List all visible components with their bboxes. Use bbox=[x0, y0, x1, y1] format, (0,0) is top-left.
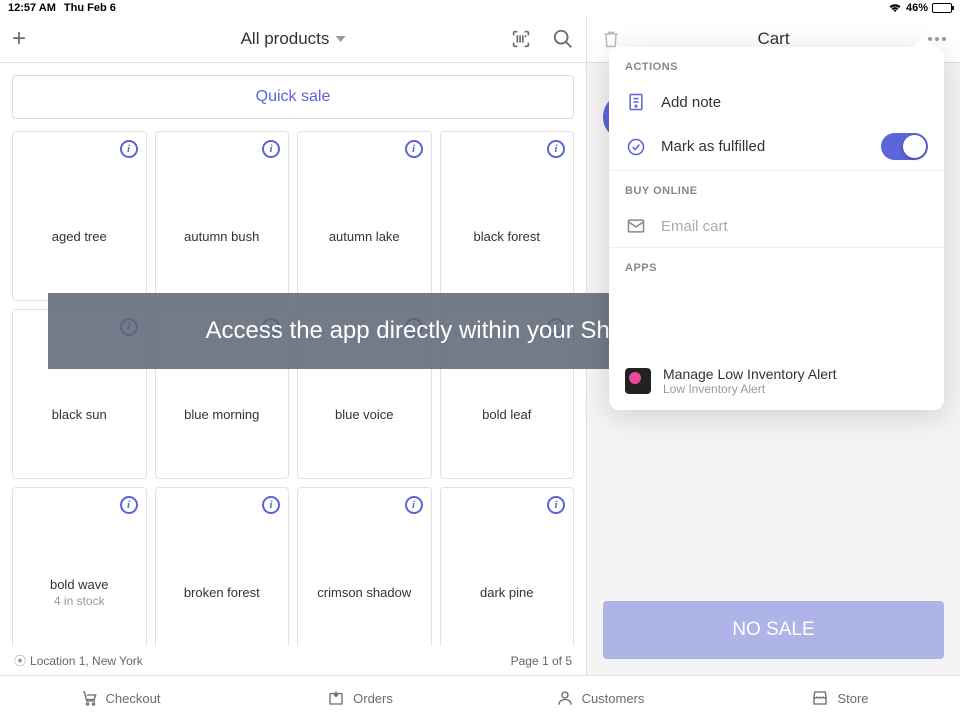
status-bar: 12:57 AM Thu Feb 6 46% bbox=[0, 0, 960, 16]
product-panel: Quick sale i aged tree i autumn bush i autumn… bbox=[0, 63, 586, 675]
info-icon[interactable]: i bbox=[547, 140, 565, 158]
product-stock: 4 in stock bbox=[54, 594, 105, 608]
add-note-label: Add note bbox=[661, 94, 928, 111]
product-name: blue morning bbox=[184, 407, 259, 422]
app-subtitle: Low Inventory Alert bbox=[663, 382, 837, 396]
nav-customers[interactable]: Customers bbox=[480, 676, 720, 720]
nav-orders[interactable]: Orders bbox=[240, 676, 480, 720]
cart-title: Cart bbox=[757, 29, 789, 49]
location-label[interactable]: ⦿Location 1, New York bbox=[14, 652, 143, 669]
trash-icon[interactable] bbox=[601, 29, 621, 49]
status-time: 12:57 AM bbox=[8, 2, 56, 14]
info-icon[interactable]: i bbox=[262, 496, 280, 514]
mark-fulfilled-label: Mark as fulfilled bbox=[661, 138, 867, 155]
barcode-icon[interactable] bbox=[510, 28, 532, 50]
mark-fulfilled-item[interactable]: Mark as fulfilled bbox=[609, 123, 944, 170]
status-date: Thu Feb 6 bbox=[64, 2, 116, 14]
app-title: Manage Low Inventory Alert bbox=[663, 366, 837, 382]
pagination-label: Page 1 of 5 bbox=[511, 654, 572, 668]
product-card[interactable]: i bold wave 4 in stock bbox=[12, 487, 147, 646]
info-icon[interactable]: i bbox=[405, 140, 423, 158]
product-name: aged tree bbox=[52, 229, 107, 244]
quick-sale-button[interactable]: Quick sale bbox=[12, 75, 574, 119]
app-icon bbox=[625, 368, 651, 394]
product-card[interactable]: i black forest bbox=[440, 131, 575, 301]
buy-online-section-label: BUY ONLINE bbox=[609, 171, 944, 205]
product-name: dark pine bbox=[480, 585, 533, 600]
product-card[interactable]: i dark pine bbox=[440, 487, 575, 646]
info-icon[interactable]: i bbox=[405, 496, 423, 514]
add-button[interactable]: + bbox=[12, 25, 26, 53]
nav-store[interactable]: Store bbox=[720, 676, 960, 720]
product-name: crimson shadow bbox=[317, 585, 411, 600]
product-name: bold leaf bbox=[482, 407, 531, 422]
product-name: autumn lake bbox=[329, 229, 400, 244]
collection-title: All products bbox=[241, 29, 330, 49]
actions-section-label: ACTIONS bbox=[609, 47, 944, 81]
product-card[interactable]: i aged tree bbox=[12, 131, 147, 301]
info-icon[interactable]: i bbox=[120, 140, 138, 158]
product-name: blue voice bbox=[335, 407, 394, 422]
collection-dropdown[interactable]: All products bbox=[241, 29, 346, 49]
email-cart-label: Email cart bbox=[661, 218, 928, 235]
wifi-icon bbox=[888, 3, 902, 13]
no-sale-button[interactable]: NO SALE bbox=[603, 601, 944, 659]
product-card[interactable]: i autumn bush bbox=[155, 131, 290, 301]
location-pin-icon: ⦿ bbox=[14, 654, 26, 668]
chevron-down-icon bbox=[335, 36, 345, 42]
fulfilled-toggle[interactable] bbox=[881, 133, 928, 160]
info-icon[interactable]: i bbox=[262, 140, 280, 158]
nav-checkout[interactable]: Checkout bbox=[0, 676, 240, 720]
cart-actions-popover: ACTIONS Add note Mark as fulfilled BUY O… bbox=[609, 47, 944, 410]
product-card[interactable]: i autumn lake bbox=[297, 131, 432, 301]
search-icon[interactable] bbox=[552, 28, 574, 50]
apps-section-label: APPS bbox=[609, 248, 944, 282]
note-icon bbox=[625, 91, 647, 113]
battery-icon bbox=[932, 3, 952, 13]
product-name: autumn bush bbox=[184, 229, 259, 244]
add-note-item[interactable]: Add note bbox=[609, 81, 944, 123]
product-card[interactable]: i broken forest bbox=[155, 487, 290, 646]
product-name: bold wave bbox=[50, 577, 109, 592]
app-item[interactable]: Manage Low Inventory Alert Low Inventory… bbox=[609, 352, 944, 410]
more-button[interactable] bbox=[928, 37, 946, 41]
product-name: broken forest bbox=[184, 585, 260, 600]
bottom-nav: Checkout Orders Customers Store bbox=[0, 675, 960, 720]
product-name: black sun bbox=[52, 407, 107, 422]
product-name: black forest bbox=[474, 229, 540, 244]
mail-icon bbox=[625, 215, 647, 237]
product-card[interactable]: i crimson shadow bbox=[297, 487, 432, 646]
email-cart-item[interactable]: Email cart bbox=[609, 205, 944, 247]
info-icon[interactable]: i bbox=[547, 496, 565, 514]
info-icon[interactable]: i bbox=[120, 496, 138, 514]
battery-percent: 46% bbox=[906, 2, 928, 14]
check-circle-icon bbox=[625, 136, 647, 158]
